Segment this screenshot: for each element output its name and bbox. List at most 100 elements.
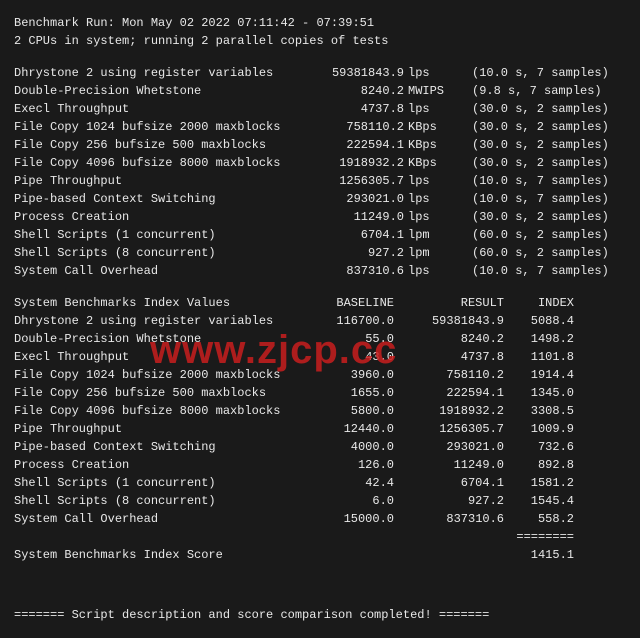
result-name: Shell Scripts (1 concurrent) [14, 226, 314, 244]
result-value: 758110.2 [314, 118, 404, 136]
result-row: File Copy 1024 bufsize 2000 maxblocks758… [14, 118, 626, 136]
index-row: Shell Scripts (1 concurrent)42.46704.115… [14, 474, 626, 492]
index-index: 558.2 [504, 510, 574, 528]
index-result: 59381843.9 [394, 312, 504, 330]
result-paren: (9.8 s, 7 samples) [458, 82, 622, 100]
result-name: Pipe-based Context Switching [14, 190, 314, 208]
header-line-2: 2 CPUs in system; running 2 parallel cop… [14, 32, 626, 50]
result-paren: (10.0 s, 7 samples) [458, 64, 622, 82]
result-paren: (10.0 s, 7 samples) [458, 262, 622, 280]
result-name: File Copy 1024 bufsize 2000 maxblocks [14, 118, 314, 136]
index-header-result: RESULT [394, 294, 504, 312]
index-index: 1545.4 [504, 492, 574, 510]
result-value: 6704.1 [314, 226, 404, 244]
index-index: 732.6 [504, 438, 574, 456]
result-unit: lps [404, 172, 458, 190]
index-name: Pipe Throughput [14, 420, 314, 438]
index-result: 11249.0 [394, 456, 504, 474]
result-name: System Call Overhead [14, 262, 314, 280]
score-label: System Benchmarks Index Score [14, 546, 314, 564]
results-table: Dhrystone 2 using register variables5938… [14, 64, 626, 280]
index-index: 1914.4 [504, 366, 574, 384]
index-baseline: 126.0 [314, 456, 394, 474]
result-name: Process Creation [14, 208, 314, 226]
index-row: Shell Scripts (8 concurrent)6.0927.21545… [14, 492, 626, 510]
index-baseline: 42.4 [314, 474, 394, 492]
index-name: Dhrystone 2 using register variables [14, 312, 314, 330]
result-row: Execl Throughput4737.8lps(30.0 s, 2 samp… [14, 100, 626, 118]
index-baseline: 116700.0 [314, 312, 394, 330]
index-index: 892.8 [504, 456, 574, 474]
index-result: 4737.8 [394, 348, 504, 366]
index-header-title: System Benchmarks Index Values [14, 294, 314, 312]
result-value: 59381843.9 [314, 64, 404, 82]
result-unit: lps [404, 262, 458, 280]
result-row: System Call Overhead837310.6lps(10.0 s, … [14, 262, 626, 280]
result-paren: (30.0 s, 2 samples) [458, 118, 622, 136]
index-baseline: 4000.0 [314, 438, 394, 456]
result-row: Double-Precision Whetstone8240.2MWIPS(9.… [14, 82, 626, 100]
result-unit: lps [404, 190, 458, 208]
result-value: 11249.0 [314, 208, 404, 226]
index-index: 5088.4 [504, 312, 574, 330]
index-index: 1345.0 [504, 384, 574, 402]
index-header-baseline: BASELINE [314, 294, 394, 312]
result-unit: lpm [404, 226, 458, 244]
result-value: 293021.0 [314, 190, 404, 208]
index-index: 1498.2 [504, 330, 574, 348]
index-row: Double-Precision Whetstone55.08240.21498… [14, 330, 626, 348]
result-paren: (30.0 s, 2 samples) [458, 208, 622, 226]
result-name: Pipe Throughput [14, 172, 314, 190]
index-name: File Copy 1024 bufsize 2000 maxblocks [14, 366, 314, 384]
result-unit: KBps [404, 136, 458, 154]
index-index: 1009.9 [504, 420, 574, 438]
index-name: Execl Throughput [14, 348, 314, 366]
result-paren: (10.0 s, 7 samples) [458, 190, 622, 208]
score-separator: ======== [504, 528, 574, 546]
index-index: 3308.5 [504, 402, 574, 420]
index-result: 8240.2 [394, 330, 504, 348]
index-baseline: 3960.0 [314, 366, 394, 384]
result-value: 927.2 [314, 244, 404, 262]
result-value: 222594.1 [314, 136, 404, 154]
index-row: Dhrystone 2 using register variables1167… [14, 312, 626, 330]
index-baseline: 6.0 [314, 492, 394, 510]
footer-line: ======= Script description and score com… [14, 606, 626, 624]
result-row: Process Creation11249.0lps(30.0 s, 2 sam… [14, 208, 626, 226]
index-name: Process Creation [14, 456, 314, 474]
result-row: Dhrystone 2 using register variables5938… [14, 64, 626, 82]
result-unit: lps [404, 100, 458, 118]
score-separator-row: ======== [14, 528, 626, 546]
index-name: System Call Overhead [14, 510, 314, 528]
result-name: File Copy 4096 bufsize 8000 maxblocks [14, 154, 314, 172]
result-name: Dhrystone 2 using register variables [14, 64, 314, 82]
result-unit: lps [404, 208, 458, 226]
index-row: File Copy 256 bufsize 500 maxblocks1655.… [14, 384, 626, 402]
result-paren: (30.0 s, 2 samples) [458, 154, 622, 172]
result-unit: KBps [404, 118, 458, 136]
result-row: File Copy 4096 bufsize 8000 maxblocks191… [14, 154, 626, 172]
index-name: File Copy 4096 bufsize 8000 maxblocks [14, 402, 314, 420]
index-baseline: 1655.0 [314, 384, 394, 402]
index-row: Process Creation126.011249.0892.8 [14, 456, 626, 474]
index-result: 6704.1 [394, 474, 504, 492]
index-row: System Call Overhead15000.0837310.6558.2 [14, 510, 626, 528]
result-row: Pipe-based Context Switching293021.0lps(… [14, 190, 626, 208]
result-paren: (30.0 s, 2 samples) [458, 100, 622, 118]
index-header-index: INDEX [504, 294, 574, 312]
index-index: 1581.2 [504, 474, 574, 492]
result-value: 8240.2 [314, 82, 404, 100]
index-name: Shell Scripts (8 concurrent) [14, 492, 314, 510]
index-result: 837310.6 [394, 510, 504, 528]
index-result: 1256305.7 [394, 420, 504, 438]
header-line-1: Benchmark Run: Mon May 02 2022 07:11:42 … [14, 14, 626, 32]
index-name: Shell Scripts (1 concurrent) [14, 474, 314, 492]
index-table: Dhrystone 2 using register variables1167… [14, 312, 626, 528]
index-index: 1101.8 [504, 348, 574, 366]
index-row: Pipe Throughput12440.01256305.71009.9 [14, 420, 626, 438]
result-value: 1918932.2 [314, 154, 404, 172]
result-row: Pipe Throughput1256305.7lps(10.0 s, 7 sa… [14, 172, 626, 190]
index-result: 758110.2 [394, 366, 504, 384]
score-row: System Benchmarks Index Score 1415.1 [14, 546, 626, 564]
index-row: File Copy 1024 bufsize 2000 maxblocks396… [14, 366, 626, 384]
